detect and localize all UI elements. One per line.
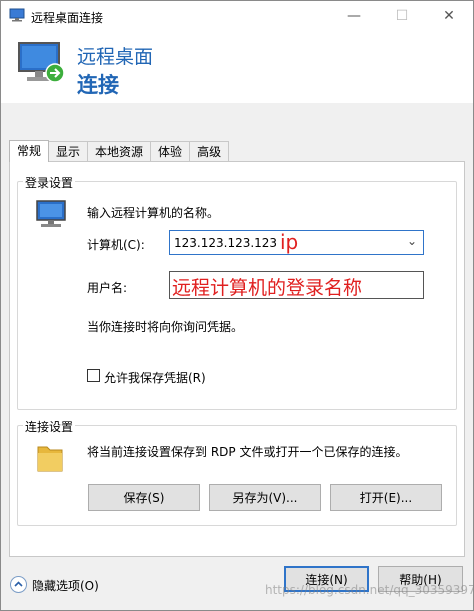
header-banner xyxy=(1,31,473,103)
ip-annotation: ip xyxy=(280,230,299,254)
login-settings-label: 登录设置 xyxy=(23,174,76,191)
maximize-icon: ☐ xyxy=(395,8,409,24)
tab-display[interactable]: 显示 xyxy=(48,141,89,162)
rdp-window: 远程桌面连接 — ☐ ✕ 远程桌面 连接 常规 显示 本地资源 体验 高级 登录… xyxy=(0,0,474,611)
computer-icon xyxy=(36,200,66,227)
remote-desktop-icon xyxy=(9,8,25,22)
remote-desktop-large-icon xyxy=(18,42,65,83)
computer-label: 计算机(C): xyxy=(87,238,145,252)
close-button[interactable]: ✕ xyxy=(426,1,472,31)
hide-options-link[interactable]: 隐藏选项(O) xyxy=(32,577,99,594)
minimize-icon: — xyxy=(347,8,361,24)
save-credentials-label[interactable]: 允许我保存凭据(R) xyxy=(104,369,206,386)
username-label: 用户名: xyxy=(87,281,128,295)
username-annotation: 远程计算机的登录名称 xyxy=(172,277,363,299)
chevron-down-icon[interactable]: ⌄ xyxy=(407,234,417,248)
login-prompt: 输入远程计算机的名称。 xyxy=(87,206,220,220)
watermark: https://blog.csdn.net/qq_30359397 xyxy=(265,583,474,597)
maximize-button[interactable]: ☐ xyxy=(379,1,425,31)
connection-settings-label: 连接设置 xyxy=(23,418,76,435)
tab-experience[interactable]: 体验 xyxy=(150,141,191,162)
window-title: 远程桌面连接 xyxy=(31,11,104,25)
chevron-up-icon[interactable] xyxy=(10,576,27,593)
open-button[interactable]: 打开(E)... xyxy=(330,484,442,511)
tab-general[interactable]: 常规 xyxy=(9,140,50,162)
computer-value: 123.123.123.123 xyxy=(174,236,278,250)
tab-advanced[interactable]: 高级 xyxy=(189,141,230,162)
connection-description: 将当前连接设置保存到 RDP 文件或打开一个已保存的连接。 xyxy=(87,445,408,459)
minimize-button[interactable]: — xyxy=(331,1,377,31)
save-credentials-checkbox[interactable] xyxy=(87,369,100,382)
tab-local-resources[interactable]: 本地资源 xyxy=(87,141,152,162)
credentials-note: 当你连接时将向你询问凭据。 xyxy=(87,320,244,334)
username-annotation-box: 远程计算机的登录名称 xyxy=(169,271,424,299)
folder-icon xyxy=(37,446,63,472)
tab-strip: 常规 显示 本地资源 体验 高级 xyxy=(9,140,230,162)
header-title-line2: 连接 xyxy=(77,73,119,97)
save-as-button[interactable]: 另存为(V)... xyxy=(209,484,321,511)
save-button[interactable]: 保存(S) xyxy=(88,484,200,511)
close-icon: ✕ xyxy=(443,8,455,24)
title-bar: 远程桌面连接 — ☐ ✕ xyxy=(1,1,473,31)
header-title-line1: 远程桌面 xyxy=(77,46,154,68)
